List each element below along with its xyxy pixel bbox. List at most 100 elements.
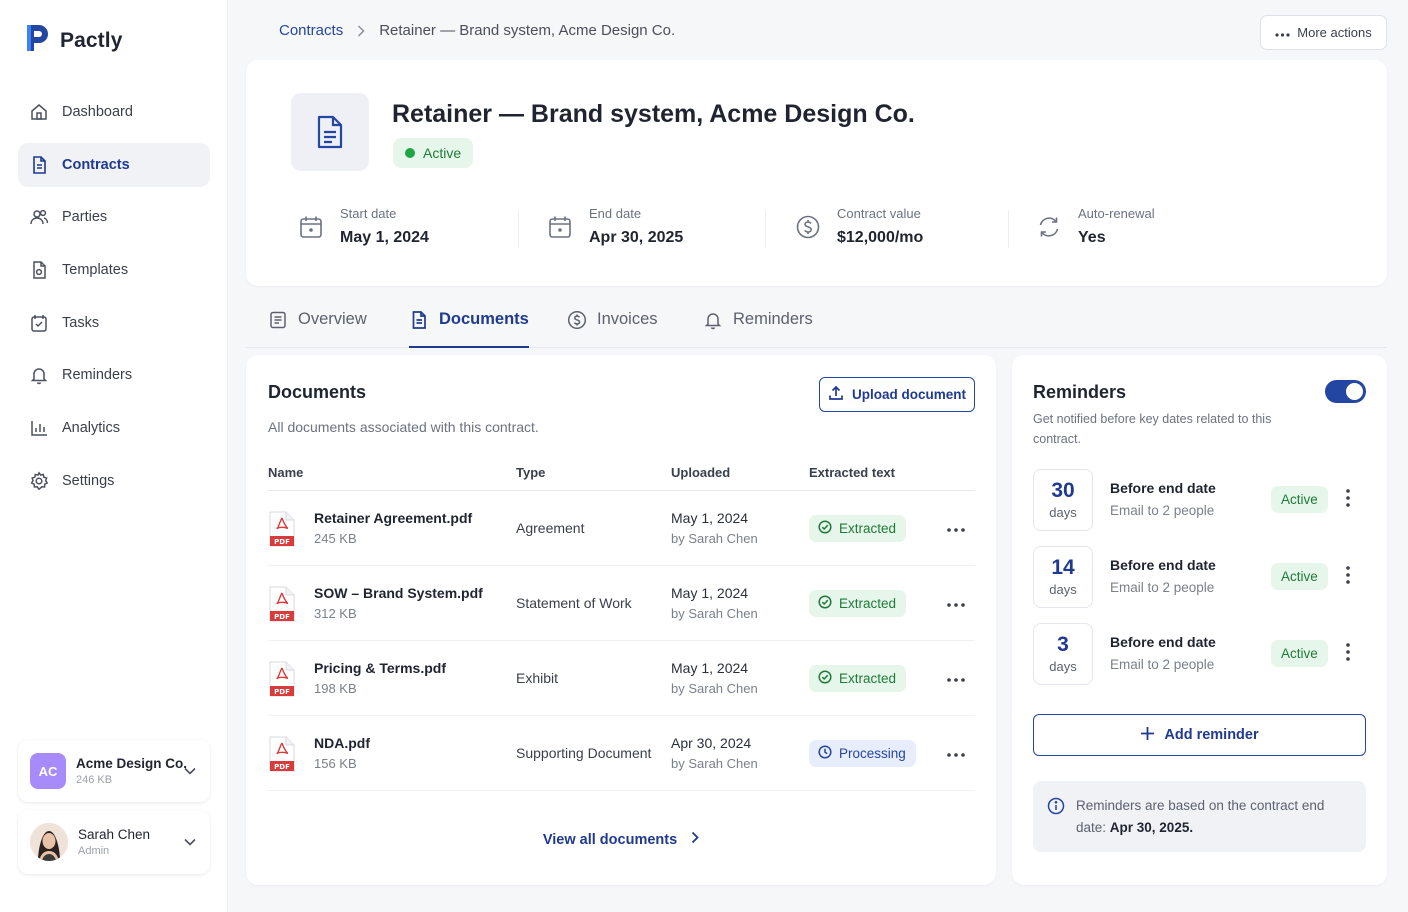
table-row[interactable]: PDF NDA.pdf 156 KB Supporting Document A…: [268, 716, 975, 791]
reminders-panel: Reminders Get notified before key dates …: [1012, 355, 1387, 885]
more-dots-icon: [1275, 25, 1290, 40]
check-icon: [818, 670, 832, 687]
info-text: Reminders are based on the contract end …: [1076, 795, 1346, 839]
meta-value: Apr 30, 2025: [589, 229, 684, 246]
file-type: Exhibit: [516, 670, 559, 686]
days-count: 30: [1051, 479, 1075, 502]
bell-icon: [703, 310, 723, 335]
reminder-title: Before end date: [1110, 634, 1216, 650]
breadcrumb-contracts-link[interactable]: Contracts: [279, 22, 343, 39]
file-size: 198 KB: [314, 681, 357, 696]
reminder-sub: Email to 2 people: [1110, 580, 1215, 595]
table-row[interactable]: PDF SOW – Brand System.pdf 312 KB Statem…: [268, 566, 975, 641]
row-more-icon[interactable]: [947, 594, 965, 612]
org-sub: 246 KB: [76, 774, 113, 786]
user-menu[interactable]: Sarah Chen Admin: [18, 810, 210, 874]
sidebar-item-label: Dashboard: [62, 104, 133, 120]
reminders-info-note: Reminders are based on the contract end …: [1033, 781, 1366, 852]
status-label: Processing: [839, 746, 906, 761]
user-name: Sarah Chen: [78, 827, 151, 842]
sidebar-item-label: Reminders: [62, 367, 133, 384]
users-icon: [28, 206, 50, 228]
reminder-item: 30 days Before end date Email to 2 peopl…: [1033, 469, 1366, 531]
table-header: Name Type Uploaded Extracted text: [268, 463, 975, 491]
tab-label: Invoices: [597, 310, 658, 328]
svg-text:PDF: PDF: [274, 688, 290, 696]
overview-icon: [268, 310, 288, 335]
status-dot-icon: [405, 148, 415, 158]
file-name[interactable]: NDA.pdf: [314, 735, 370, 751]
org-avatar: AC: [30, 753, 66, 789]
sidebar-item-reminders[interactable]: Reminders: [18, 353, 210, 397]
sidebar-item-parties[interactable]: Parties: [18, 195, 210, 239]
breadcrumb-current: Retainer — Brand system, Acme Design Co.: [379, 22, 676, 39]
meta-label: Auto-renewal: [1078, 206, 1155, 221]
file-name[interactable]: SOW – Brand System.pdf: [314, 585, 483, 601]
table-row[interactable]: PDF Retainer Agreement.pdf 245 KB Agreem…: [268, 491, 975, 566]
dollar-icon: [791, 214, 825, 240]
meta-auto-renewal: Auto-renewal Yes: [1032, 206, 1155, 247]
sidebar-item-settings[interactable]: Settings: [18, 459, 210, 503]
uploaded-by: by Sarah Chen: [671, 531, 758, 546]
reminders-description: Get notified before key dates related to…: [1033, 412, 1272, 446]
account-switcher[interactable]: AC Acme Design Co. 246 KB: [18, 740, 210, 802]
sidebar-item-label: Contracts: [62, 156, 130, 173]
upload-date: May 1, 2024: [671, 510, 749, 526]
divider: [518, 210, 519, 248]
sidebar-item-label: Templates: [62, 262, 129, 279]
sidebar-item-label: Tasks: [62, 314, 100, 331]
days-unit: days: [1049, 505, 1077, 520]
kebab-menu-icon[interactable]: [1346, 489, 1350, 512]
dashboard-icon: [28, 101, 50, 123]
tab-reminders[interactable]: Reminders: [703, 300, 813, 348]
sidebar-nav: Dashboard Contracts Parties Templates Ta…: [18, 90, 210, 512]
kebab-menu-icon[interactable]: [1346, 643, 1350, 666]
logo[interactable]: Pactly: [24, 22, 122, 59]
file-name[interactable]: Pricing & Terms.pdf: [314, 660, 446, 676]
bell-icon: [28, 364, 50, 386]
kebab-menu-icon[interactable]: [1346, 566, 1350, 589]
meta-label: Start date: [340, 206, 397, 221]
pdf-file-icon: PDF: [268, 511, 296, 552]
more-actions-button[interactable]: More actions: [1260, 15, 1387, 50]
view-all-label: View all documents: [542, 831, 678, 848]
documents-heading: Documents: [268, 382, 367, 402]
meta-value: $12,000/mo: [837, 229, 924, 246]
tab-invoices[interactable]: Invoices: [567, 300, 658, 348]
extraction-status-badge: Extracted: [809, 590, 907, 617]
status-label: Active: [423, 145, 462, 161]
add-reminder-button[interactable]: Add reminder: [1033, 714, 1366, 756]
status-label: Extracted: [839, 671, 897, 686]
reminders-toggle[interactable]: [1325, 380, 1366, 403]
sidebar-item-tasks[interactable]: Tasks: [18, 301, 210, 345]
sidebar-item-analytics[interactable]: Analytics: [18, 406, 210, 450]
days-unit: days: [1049, 582, 1077, 597]
upload-document-button[interactable]: Upload document: [819, 377, 975, 412]
row-more-icon[interactable]: [947, 744, 965, 762]
tab-overview[interactable]: Overview: [268, 300, 367, 348]
sidebar-item-dashboard[interactable]: Dashboard: [18, 90, 210, 134]
svg-text:PDF: PDF: [274, 763, 290, 771]
documents-panel: Documents All documents associated with …: [246, 355, 996, 885]
file-name[interactable]: Retainer Agreement.pdf: [314, 510, 472, 526]
column-header-type: Type: [516, 465, 546, 480]
row-more-icon[interactable]: [947, 669, 965, 687]
pdf-file-icon: PDF: [268, 586, 296, 627]
breadcrumb: Contracts Retainer — Brand system, Acme …: [279, 22, 675, 39]
sidebar-item-contracts[interactable]: Contracts: [18, 142, 210, 187]
meta-end-date: End date Apr 30, 2025: [543, 206, 683, 247]
tab-documents[interactable]: Documents: [409, 300, 529, 348]
upload-date: May 1, 2024: [671, 660, 749, 676]
days-count: 3: [1057, 633, 1069, 656]
file-size: 156 KB: [314, 756, 357, 771]
plus-icon: [1140, 726, 1155, 745]
sidebar: Pactly Dashboard Contracts Parties Templ…: [0, 0, 228, 912]
column-header-uploaded: Uploaded: [671, 465, 731, 480]
documents-description: All documents associated with this contr…: [268, 419, 539, 435]
table-row[interactable]: PDF Pricing & Terms.pdf 198 KB Exhibit M…: [268, 641, 975, 716]
sidebar-item-templates[interactable]: Templates: [18, 248, 210, 292]
sidebar-item-label: Parties: [62, 209, 108, 226]
row-more-icon[interactable]: [947, 519, 965, 537]
view-all-documents-link[interactable]: View all documents: [246, 831, 996, 848]
meta-value: Yes: [1078, 229, 1106, 246]
